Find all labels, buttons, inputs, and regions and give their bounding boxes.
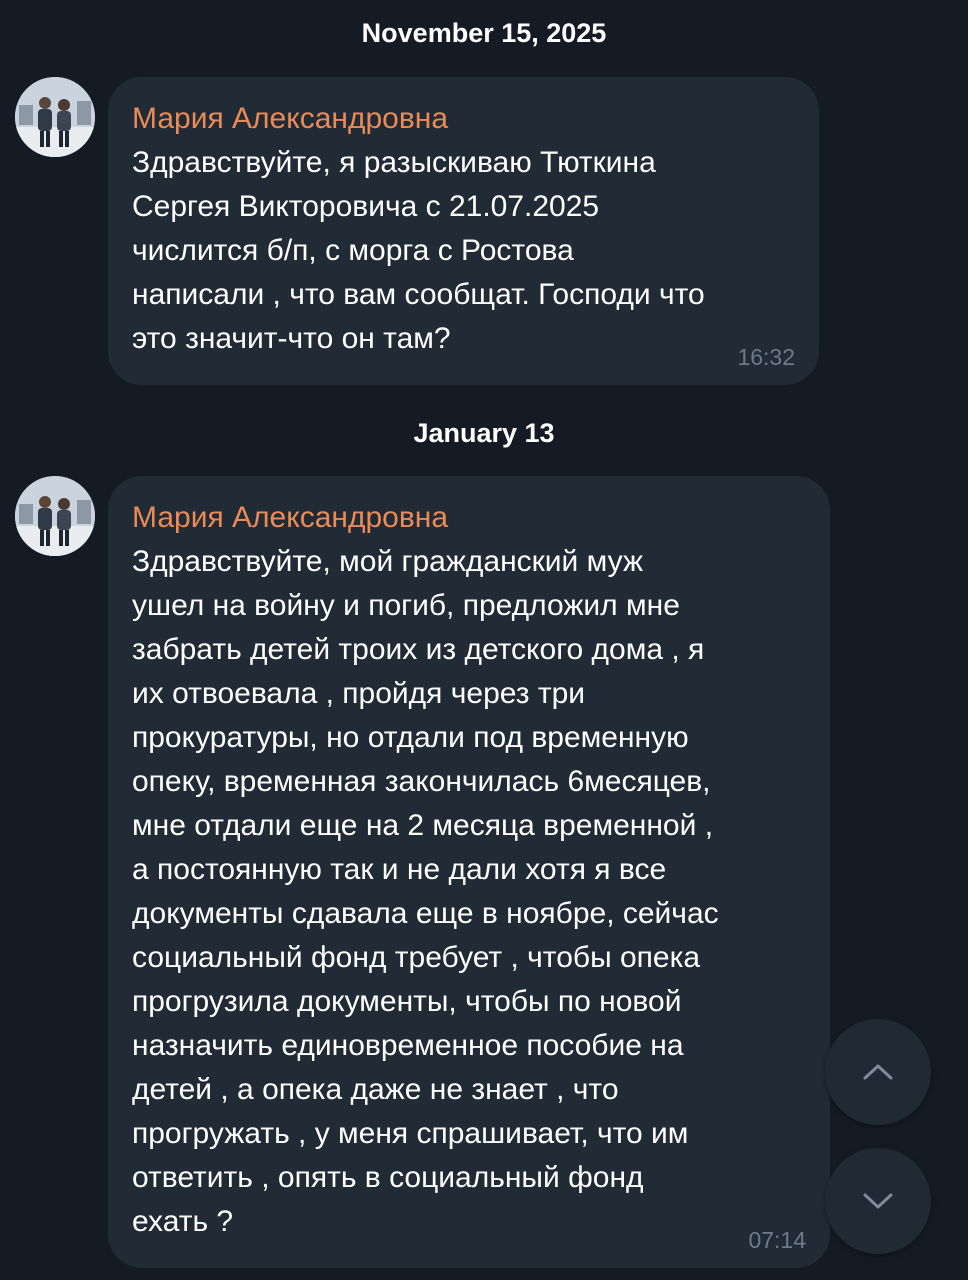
avatar[interactable] <box>15 476 95 556</box>
chevron-down-icon <box>863 1193 893 1209</box>
sender-name[interactable]: Мария Александровна <box>132 99 795 139</box>
date-separator: January 13 <box>413 418 555 448</box>
message-bubble[interactable]: Мария Александровна Здравствуйте, мой гр… <box>108 476 830 1268</box>
avatar[interactable] <box>15 77 95 157</box>
scroll-down-button[interactable] <box>825 1148 931 1254</box>
chevron-up-icon <box>863 1064 893 1080</box>
sender-name[interactable]: Мария Александровна <box>132 498 806 538</box>
message-text: Здравствуйте, я разыскиваю Тюткина Серге… <box>132 146 705 355</box>
chat-view: November 15, 2025 Мария Александровна Зд… <box>0 0 968 1280</box>
date-separator: November 15, 2025 <box>361 18 607 48</box>
message-time: 16:32 <box>737 344 795 370</box>
profile-photo-icon <box>15 476 95 556</box>
message-time: 07:14 <box>748 1227 806 1253</box>
scroll-up-button[interactable] <box>825 1019 931 1125</box>
message-bubble[interactable]: Мария Александровна Здравствуйте, я разы… <box>108 77 819 385</box>
message-text: Здравствуйте, мой гражданский муж ушел н… <box>132 545 719 1238</box>
profile-photo-icon <box>15 77 95 157</box>
